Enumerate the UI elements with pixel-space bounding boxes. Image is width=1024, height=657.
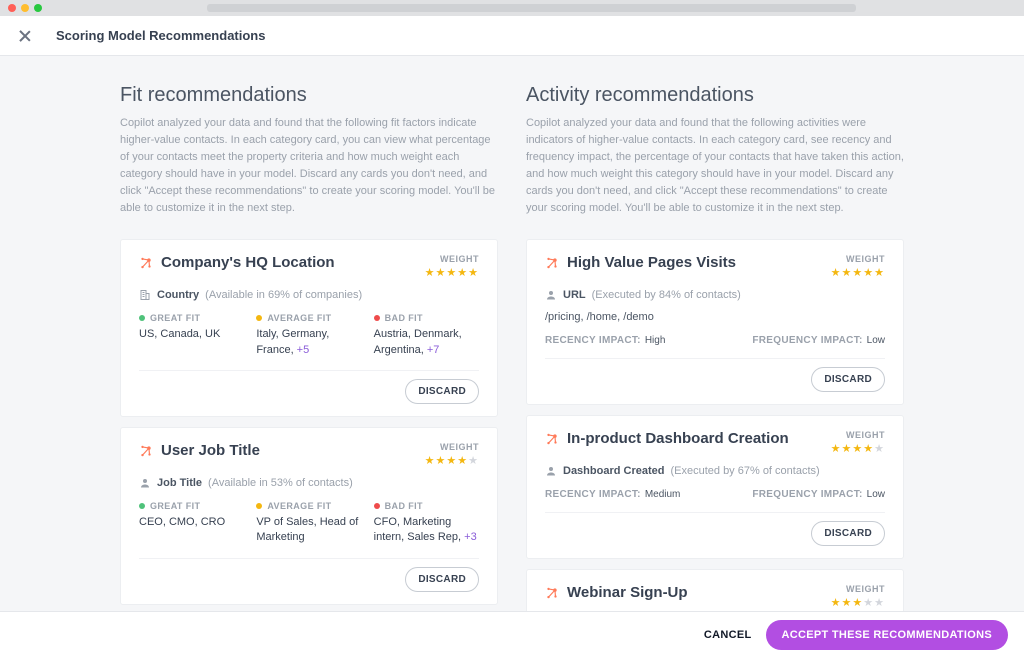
hubspot-icon bbox=[545, 256, 559, 270]
weight-stars: ★★★★★ bbox=[831, 266, 885, 279]
great-fit-bullet bbox=[139, 503, 145, 509]
accept-button[interactable]: ACCEPT THESE RECOMMENDATIONS bbox=[766, 620, 1008, 650]
activity-section-desc: Copilot analyzed your data and found tha… bbox=[526, 115, 904, 217]
bad-fit-label: BAD FIT bbox=[385, 313, 423, 323]
card-separator bbox=[545, 358, 885, 359]
discard-button[interactable]: DISCARD bbox=[405, 567, 479, 592]
great-fit-label: GREAT FIT bbox=[150, 501, 200, 511]
card-separator bbox=[139, 558, 479, 559]
page-title: Scoring Model Recommendations bbox=[56, 28, 265, 43]
activity-card: Webinar Sign-Up WEIGHT ★★★★★ GoToWebinar… bbox=[526, 569, 904, 611]
bad-fit-bullet bbox=[374, 503, 380, 509]
card-title: Company's HQ Location bbox=[161, 254, 335, 271]
avg-fit-label: AVERAGE FIT bbox=[267, 313, 331, 323]
weight-stars: ★★★★★ bbox=[831, 442, 885, 455]
weight-stars: ★★★★★ bbox=[831, 596, 885, 609]
card-availability: (Available in 53% of contacts) bbox=[208, 477, 353, 489]
bad-fit-more[interactable]: +3 bbox=[461, 531, 477, 543]
person-icon bbox=[139, 477, 151, 489]
fit-section-desc: Copilot analyzed your data and found tha… bbox=[120, 115, 498, 217]
fit-card: User Job Title WEIGHT ★★★★★ Job Title (A… bbox=[120, 427, 498, 605]
weight-label: WEIGHT bbox=[831, 584, 885, 594]
discard-button[interactable]: DISCARD bbox=[811, 521, 885, 546]
weight-label: WEIGHT bbox=[831, 254, 885, 264]
hubspot-icon bbox=[139, 256, 153, 270]
weight-label: WEIGHT bbox=[425, 254, 479, 264]
recency-value: Medium bbox=[645, 489, 681, 500]
recency-label: RECENCY IMPACT: bbox=[545, 335, 641, 346]
great-fit-label: GREAT FIT bbox=[150, 313, 200, 323]
card-title: High Value Pages Visits bbox=[567, 254, 736, 271]
card-separator bbox=[545, 512, 885, 513]
bad-fit-value: CFO, Marketing intern, Sales Rep, bbox=[374, 516, 461, 543]
avg-fit-bullet bbox=[256, 315, 262, 321]
bad-fit-more[interactable]: +7 bbox=[424, 344, 440, 356]
activity-section-title: Activity recommendations bbox=[526, 84, 904, 107]
recency-label: RECENCY IMPACT: bbox=[545, 489, 641, 500]
card-title: Webinar Sign-Up bbox=[567, 584, 688, 601]
great-fit-value: US, Canada, UK bbox=[139, 327, 244, 342]
activity-column: Activity recommendations Copilot analyze… bbox=[526, 84, 904, 611]
weight-label: WEIGHT bbox=[425, 442, 479, 452]
bad-fit-label: BAD FIT bbox=[385, 501, 423, 511]
person-icon bbox=[545, 289, 557, 301]
hubspot-icon bbox=[545, 586, 559, 600]
card-property: Country bbox=[157, 289, 199, 301]
recency-value: High bbox=[645, 335, 666, 346]
card-property: Job Title bbox=[157, 477, 202, 489]
card-availability: (Executed by 84% of contacts) bbox=[592, 289, 741, 301]
fit-section-title: Fit recommendations bbox=[120, 84, 498, 107]
traffic-light-close[interactable] bbox=[8, 4, 16, 12]
card-property: URL bbox=[563, 289, 586, 301]
fit-column: Fit recommendations Copilot analyzed you… bbox=[120, 84, 498, 611]
weight-stars: ★★★★★ bbox=[425, 266, 479, 279]
discard-button[interactable]: DISCARD bbox=[811, 367, 885, 392]
card-title: User Job Title bbox=[161, 442, 260, 459]
activity-card: High Value Pages Visits WEIGHT ★★★★★ URL… bbox=[526, 239, 904, 405]
avg-fit-label: AVERAGE FIT bbox=[267, 501, 331, 511]
browser-urlbar[interactable] bbox=[207, 4, 856, 12]
card-separator bbox=[139, 370, 479, 371]
discard-button[interactable]: DISCARD bbox=[405, 379, 479, 404]
building-icon bbox=[139, 289, 151, 301]
close-icon[interactable] bbox=[18, 29, 32, 43]
frequency-value: Low bbox=[867, 335, 885, 346]
card-property: Dashboard Created bbox=[563, 465, 664, 477]
traffic-light-minimize[interactable] bbox=[21, 4, 29, 12]
app-header: Scoring Model Recommendations bbox=[0, 16, 1024, 56]
bad-fit-bullet bbox=[374, 315, 380, 321]
avg-fit-value: VP of Sales, Head of Marketing bbox=[256, 516, 358, 543]
content-area: Fit recommendations Copilot analyzed you… bbox=[0, 56, 1024, 611]
avg-fit-bullet bbox=[256, 503, 262, 509]
cancel-button[interactable]: CANCEL bbox=[704, 629, 752, 641]
hubspot-icon bbox=[545, 432, 559, 446]
window-titlebar bbox=[0, 0, 1024, 16]
activity-card: In-product Dashboard Creation WEIGHT ★★★… bbox=[526, 415, 904, 559]
avg-fit-more[interactable]: +5 bbox=[294, 344, 310, 356]
hubspot-icon bbox=[139, 444, 153, 458]
great-fit-bullet bbox=[139, 315, 145, 321]
activity-examples: /pricing, /home, /demo bbox=[545, 311, 885, 323]
great-fit-value: CEO, CMO, CRO bbox=[139, 515, 244, 530]
weight-stars: ★★★★★ bbox=[425, 454, 479, 467]
card-title: In-product Dashboard Creation bbox=[567, 430, 789, 447]
bad-fit-value: Austria, Denmark, Argentina, bbox=[374, 328, 462, 355]
footer-bar: CANCEL ACCEPT THESE RECOMMENDATIONS bbox=[0, 611, 1024, 657]
fit-card: Company's HQ Location WEIGHT ★★★★★ Count… bbox=[120, 239, 498, 417]
frequency-label: FREQUENCY IMPACT: bbox=[752, 335, 862, 346]
traffic-light-zoom[interactable] bbox=[34, 4, 42, 12]
frequency-label: FREQUENCY IMPACT: bbox=[752, 489, 862, 500]
weight-label: WEIGHT bbox=[831, 430, 885, 440]
frequency-value: Low bbox=[867, 489, 885, 500]
card-availability: (Executed by 67% of contacts) bbox=[670, 465, 819, 477]
card-availability: (Available in 69% of companies) bbox=[205, 289, 362, 301]
person-icon bbox=[545, 465, 557, 477]
